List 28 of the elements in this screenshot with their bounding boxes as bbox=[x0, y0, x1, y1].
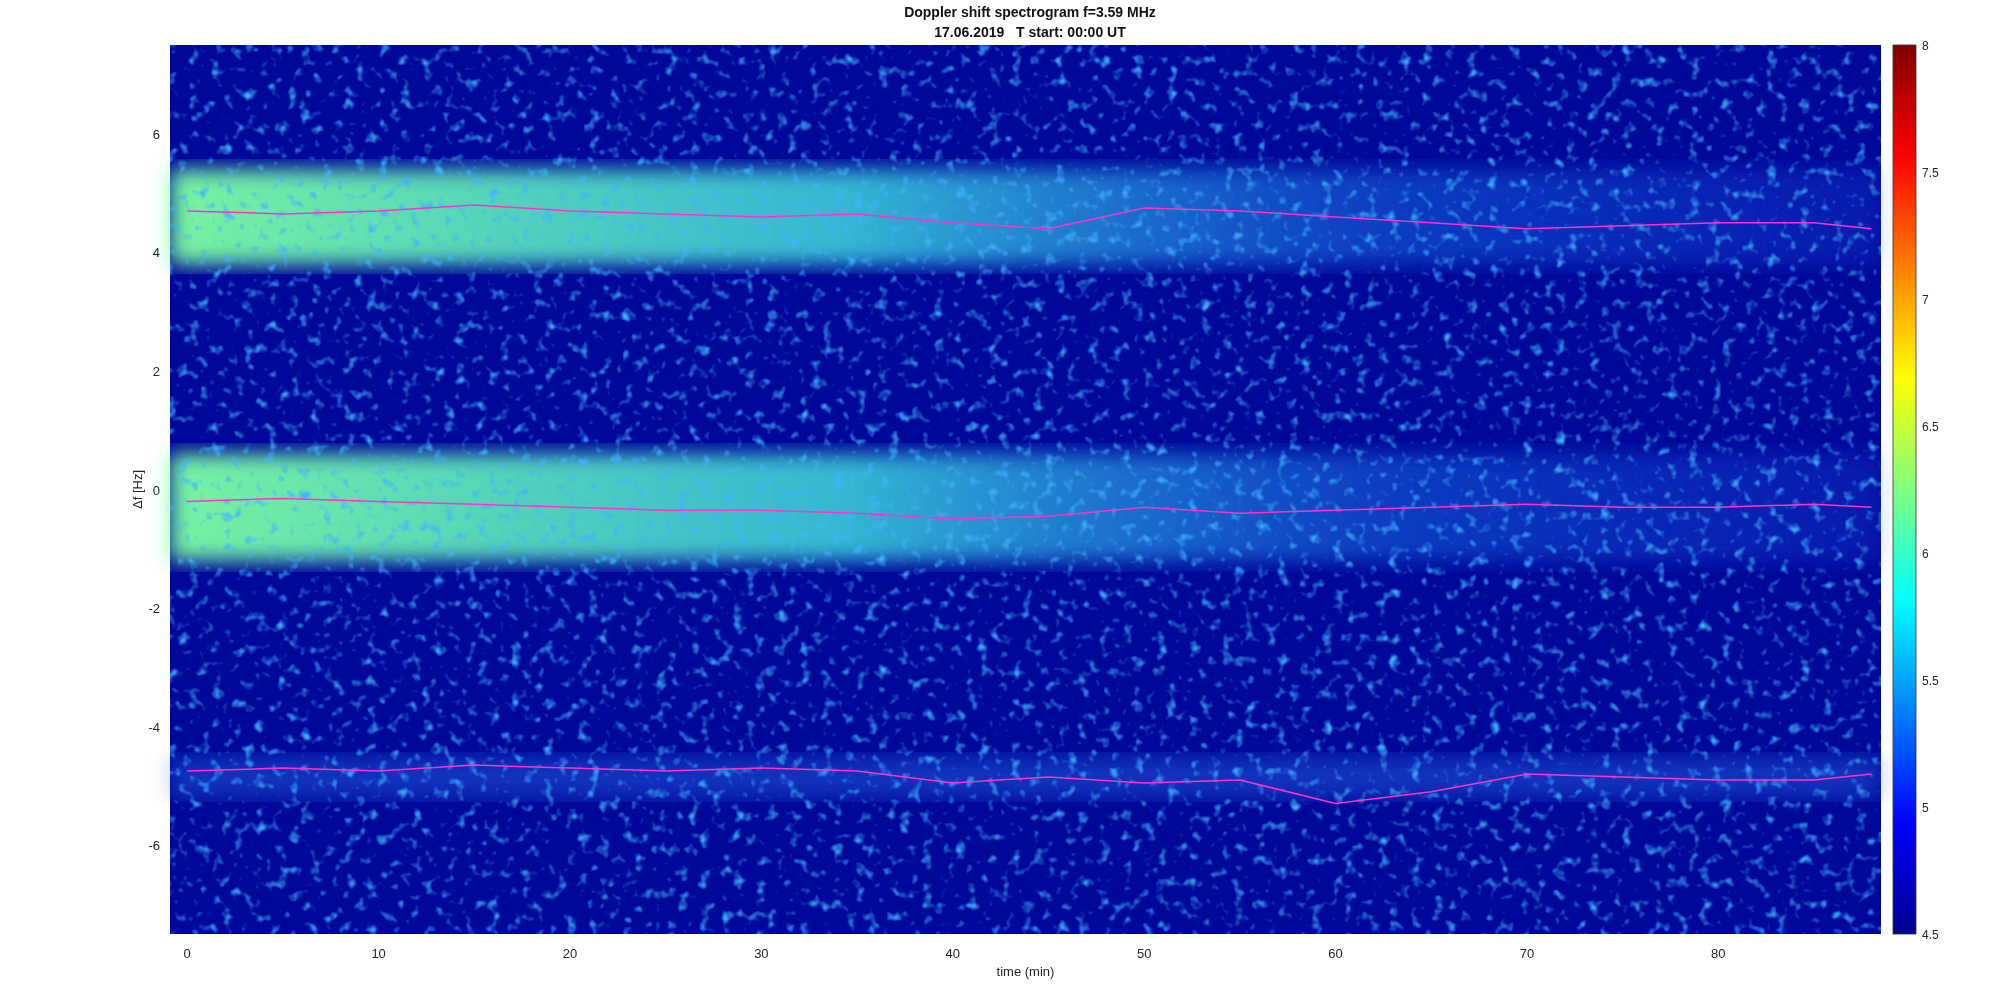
x-tick-label: 10 bbox=[371, 946, 386, 961]
y-tick-label: -6 bbox=[148, 838, 160, 854]
chart-title: Doppler shift spectrogram f=3.59 MHz bbox=[904, 4, 1156, 20]
x-tick-label: 30 bbox=[754, 946, 769, 961]
x-tick-label: 20 bbox=[562, 946, 578, 961]
colorbar-tick-label: 6.5 bbox=[1922, 420, 1939, 434]
y-tick-label: 6 bbox=[152, 126, 160, 142]
colorbar-tick-label: 6 bbox=[1922, 547, 1929, 561]
colorbar-tick-label: 5.5 bbox=[1922, 674, 1939, 688]
x-axis-label: time (min) bbox=[996, 964, 1055, 979]
x-tick-label: 80 bbox=[1711, 946, 1726, 961]
y-tick-label: 0 bbox=[152, 482, 160, 498]
colorbar-tick-label: 5 bbox=[1922, 801, 1929, 815]
colorbar-tick-label: 8 bbox=[1922, 39, 1929, 53]
colorbar-tick-label: 7 bbox=[1922, 293, 1929, 307]
x-tick-label: 70 bbox=[1519, 946, 1535, 961]
chart-subtitle: 17.06.2019 T start: 00:00 UT bbox=[934, 24, 1126, 40]
colorbar-tick-label: 4.5 bbox=[1922, 928, 1939, 942]
y-tick-label: 4 bbox=[152, 245, 160, 261]
y-tick-label: 2 bbox=[152, 363, 160, 379]
x-tick-label: 50 bbox=[1136, 946, 1152, 961]
y-axis-label: Δf [Hz] bbox=[130, 470, 145, 509]
x-tick-label: 60 bbox=[1328, 946, 1343, 961]
y-tick-label: -2 bbox=[148, 601, 160, 617]
x-tick-label: 0 bbox=[183, 946, 191, 961]
colorbar-tick-label: 7.5 bbox=[1922, 166, 1939, 180]
y-tick-label: -4 bbox=[148, 719, 160, 735]
x-tick-label: 40 bbox=[945, 946, 960, 961]
